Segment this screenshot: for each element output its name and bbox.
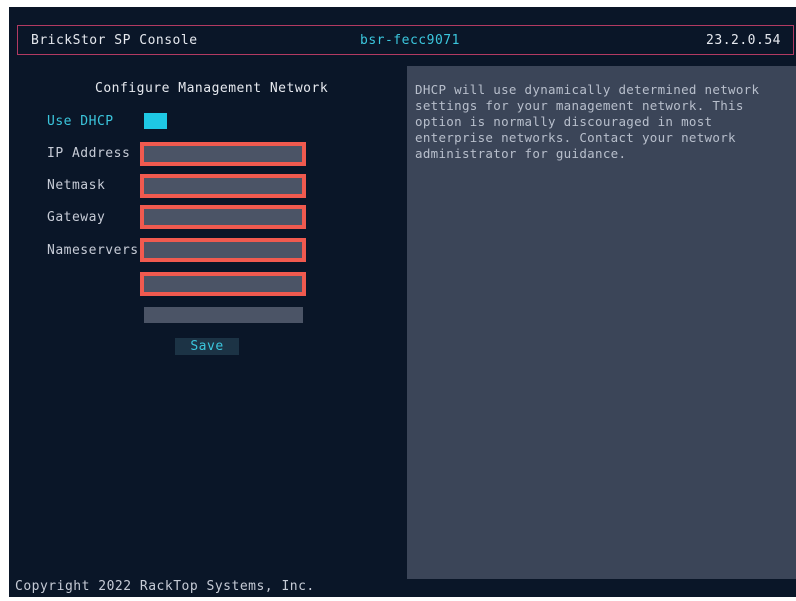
help-text: DHCP will use dynamically determined net… bbox=[415, 82, 760, 161]
header-bar: BrickStor SP Console bsr-fecc9071 23.2.0… bbox=[17, 25, 794, 55]
use-dhcp-label: Use DHCP bbox=[47, 114, 114, 129]
gateway-label: Gateway bbox=[47, 210, 106, 225]
nameservers-label: Nameservers bbox=[47, 243, 139, 258]
nameserver-1-input[interactable] bbox=[140, 238, 306, 262]
form-title: Configure Management Network bbox=[95, 81, 329, 96]
netmask-input[interactable] bbox=[140, 174, 306, 198]
use-dhcp-toggle[interactable] bbox=[144, 113, 167, 129]
hostname: bsr-fecc9071 bbox=[360, 33, 460, 48]
save-button[interactable]: Save bbox=[175, 338, 239, 355]
gateway-input[interactable] bbox=[140, 205, 306, 229]
ip-address-input[interactable] bbox=[140, 142, 306, 166]
app-title: BrickStor SP Console bbox=[31, 33, 198, 48]
version-number: 23.2.0.54 bbox=[706, 33, 781, 48]
nameserver-3-input[interactable] bbox=[144, 307, 303, 323]
console-screen: BrickStor SP Console bsr-fecc9071 23.2.0… bbox=[9, 7, 796, 597]
nameserver-2-input[interactable] bbox=[140, 272, 306, 296]
netmask-label: Netmask bbox=[47, 178, 106, 193]
help-panel: DHCP will use dynamically determined net… bbox=[407, 66, 796, 579]
copyright-footer: Copyright 2022 RackTop Systems, Inc. bbox=[15, 579, 315, 594]
ip-address-label: IP Address bbox=[47, 146, 131, 161]
